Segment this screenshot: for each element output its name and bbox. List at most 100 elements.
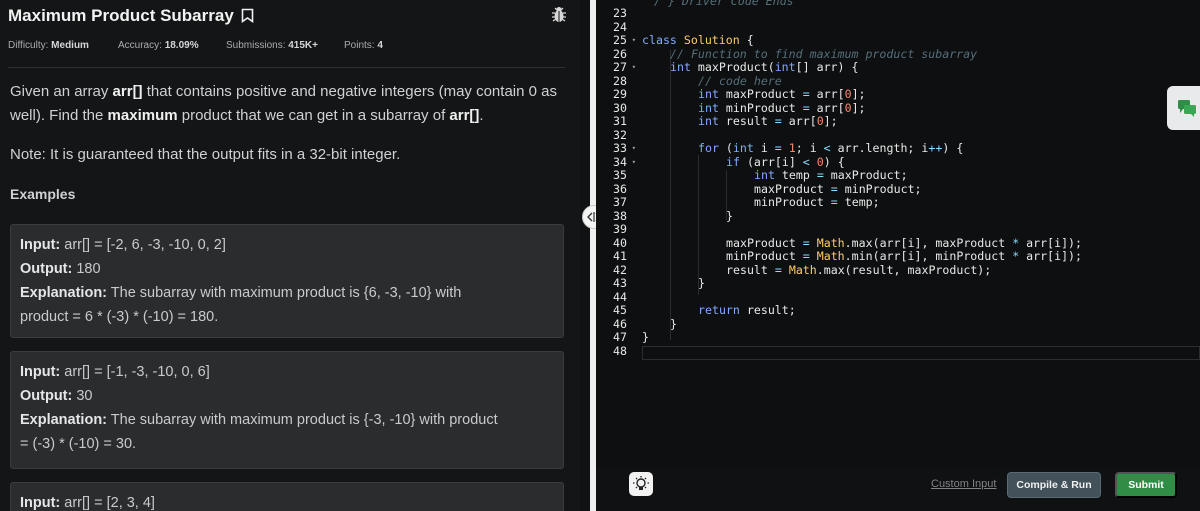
line-number: 30 <box>613 100 627 115</box>
points-label: Points: <box>344 40 375 51</box>
code-token: ) { <box>823 154 845 169</box>
fold-arrow-icon[interactable]: ▾ <box>632 61 636 75</box>
fold-arrow-icon[interactable]: ▾ <box>632 142 636 156</box>
desc-text: Given an array <box>10 83 113 100</box>
code-token: int <box>670 60 698 74</box>
code-token: result <box>726 262 775 277</box>
bookmark-icon[interactable] <box>241 8 254 28</box>
line-number: 45 <box>613 303 627 317</box>
code-token: [] arr) { <box>795 60 859 74</box>
line-number: 43 <box>613 276 627 290</box>
accuracy-label: Accuracy: <box>118 40 162 51</box>
code-line: maxProduct = Math.max(arr[i], maxProduct… <box>726 235 1082 251</box>
code-token: arr[ <box>781 114 817 128</box>
code-editor[interactable]: 23 24 25 ▾ 26 27 ▾ 28 29 30 31 32 33 ▾ 34 ▾ 35 36 37 38 39 40… <box>596 0 1200 468</box>
code-token: 0 <box>816 154 824 169</box>
code-line: } <box>642 330 649 344</box>
code-token: 0 <box>844 87 852 101</box>
code-token: { <box>739 33 754 47</box>
code-token: ( <box>725 141 733 155</box>
indent-guide <box>698 155 699 295</box>
desc-text: . <box>479 107 484 124</box>
problem-meta: Difficulty: Medium Accuracy: 18.09% Subm… <box>8 40 568 51</box>
code-token: = <box>816 168 824 182</box>
chat-icon[interactable] <box>1167 86 1200 130</box>
code-token: Math <box>781 262 817 277</box>
line-number: 28 <box>613 73 627 88</box>
code-token: arr[ <box>809 87 845 101</box>
problem-title: Maximum Product Subarray <box>8 6 234 25</box>
desc-max: maximum <box>107 107 178 124</box>
code-token: Solution <box>683 33 740 47</box>
examples-heading: Examples <box>10 186 76 202</box>
code-token: = <box>802 235 810 250</box>
accuracy-value: 18.09% <box>164 40 199 51</box>
line-number: 31 <box>613 114 627 128</box>
fold-arrow-icon[interactable]: ▾ <box>632 34 636 48</box>
code-token: maxProduct <box>754 181 831 196</box>
desc-arr: arr[] <box>449 107 480 124</box>
code-token: ; i <box>795 141 824 155</box>
code-token: result; <box>746 303 796 317</box>
line-number: 39 <box>613 222 627 236</box>
code-token: .max(arr[i], maxProduct <box>844 235 1013 250</box>
submissions-value: 415K+ <box>288 40 318 51</box>
code-token: minProduct <box>726 249 803 263</box>
output-label: Output: <box>20 388 73 404</box>
explanation-label: Explanation: <box>20 412 108 428</box>
code-token: < <box>823 141 831 155</box>
code-token: arr.length; i <box>830 141 929 155</box>
problem-header: Maximum Product Subarray <box>8 6 573 28</box>
code-line: int maxProduct = arr[0]; <box>698 87 866 102</box>
problem-panel: Maximum Product Subarray Difficulty: Med… <box>0 0 580 511</box>
code-token: temp; <box>837 195 880 209</box>
code-token: .min(arr[i], minProduct <box>844 249 1013 263</box>
code-token: if <box>726 154 747 169</box>
line-number: 33 ▾ <box>613 141 636 156</box>
line-number: 36 <box>613 181 627 196</box>
example-input: Input: arr[] = [2, 3, 4] <box>20 491 554 511</box>
custom-input-link[interactable]: Custom Input <box>931 478 996 490</box>
code-token: int <box>754 168 782 182</box>
code-token: maxProduct <box>725 87 803 101</box>
output-value: 180 <box>72 261 101 277</box>
code-token: 0 <box>844 100 852 115</box>
line-number: 40 <box>613 235 627 250</box>
code-token: = <box>774 141 782 155</box>
code-token: i <box>760 141 775 155</box>
input-value: arr[] = [2, 3, 4] <box>60 495 155 511</box>
line-number: 47 <box>613 330 627 344</box>
problem-note: Note: It is guaranteed that the output f… <box>10 146 401 163</box>
submit-button[interactable]: Submit <box>1115 472 1177 498</box>
code-line: result = Math.max(result, maxProduct); <box>726 262 991 278</box>
code-token: int <box>698 100 726 115</box>
lightbulb-icon[interactable] <box>629 472 653 496</box>
compile-run-button[interactable]: Compile & Run <box>1007 472 1101 498</box>
code-token: = <box>774 114 782 128</box>
example-box: Input: arr[] = [-1, -3, -10, 0, 6] Outpu… <box>10 351 564 469</box>
line-number: 38 <box>613 208 627 223</box>
code-token: = <box>830 195 838 209</box>
explanation-text: The subarray with maximum product is {-3… <box>107 412 498 428</box>
line-number: 23 <box>613 6 627 20</box>
code-token: int <box>698 114 726 128</box>
line-number: 29 <box>613 87 627 101</box>
code-area[interactable]: / } Driver Code Ends class Solution { //… <box>642 0 1200 468</box>
code-line: } <box>670 316 677 331</box>
code-line: for (int i = 1; i < arr.length; i++) { <box>698 141 963 156</box>
line-number: 24 <box>613 19 627 34</box>
bug-report-icon[interactable] <box>551 6 567 29</box>
code-token: for <box>698 141 726 155</box>
editor-action-bar: Custom Input Compile & Run Submit <box>596 468 1200 511</box>
code-token: minProduct; <box>837 181 922 196</box>
fold-arrow-icon[interactable]: ▾ <box>632 156 636 170</box>
line-number: 48 <box>613 343 627 358</box>
difficulty-value: Medium <box>51 40 89 51</box>
desc-arr: arr[] <box>112 83 143 100</box>
code-line: class Solution { <box>642 33 754 48</box>
code-line: return result; <box>698 303 796 318</box>
example-input: Input: arr[] = [-2, 6, -3, -10, 0, 2] <box>20 233 554 257</box>
indent-guide <box>670 50 671 340</box>
